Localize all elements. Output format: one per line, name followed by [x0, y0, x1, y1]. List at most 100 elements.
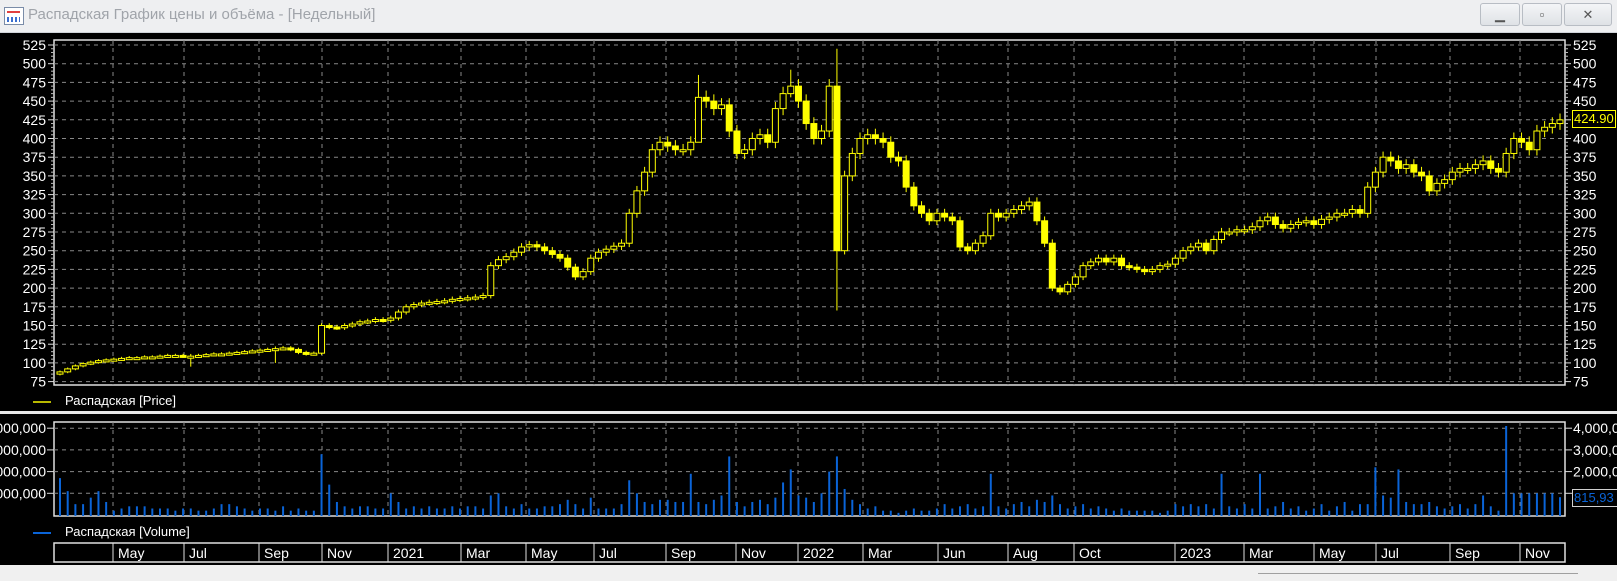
volume-grid: [53, 421, 1566, 517]
candle-down: [548, 250, 556, 255]
candle-down: [179, 354, 187, 358]
candle-up: [1071, 276, 1079, 285]
price-tick-label: 125: [23, 336, 47, 352]
candle-up: [579, 271, 587, 278]
price-tick-label: 225: [23, 261, 47, 277]
time-axis-label: Sep: [671, 545, 696, 561]
candle-down: [1125, 265, 1133, 269]
horizontal-scrollbar[interactable]: [1258, 573, 1578, 574]
candle-down: [564, 257, 572, 268]
candle-down: [1387, 156, 1395, 162]
candle-up: [1287, 224, 1295, 229]
price-tick-label: 300: [1573, 205, 1597, 221]
candle-up: [1018, 205, 1026, 211]
time-axis-label: May: [531, 545, 557, 561]
candle-up: [610, 245, 618, 250]
candle-up: [1333, 212, 1341, 218]
candle-up: [679, 149, 687, 153]
price-tick-label: 150: [1573, 318, 1597, 334]
candle-up: [748, 138, 756, 151]
candle-up: [1471, 164, 1479, 169]
candle-up: [641, 171, 649, 192]
price-candles: [56, 48, 1564, 376]
price-tick-label: 475: [23, 74, 47, 90]
candle-up: [1464, 167, 1472, 171]
price-tick-label: 450: [23, 93, 47, 109]
volume-tick-label: 2,000,000: [0, 464, 46, 480]
candle-up: [825, 85, 833, 132]
volume-bars: [59, 426, 1561, 516]
price-legend: Распадская [Price]: [33, 393, 176, 408]
candle-up: [210, 353, 218, 357]
candle-up: [1079, 265, 1087, 278]
panel-splitter[interactable]: [0, 411, 1617, 414]
candle-up: [64, 368, 72, 373]
price-tick-label: 500: [1573, 56, 1597, 72]
candle-down: [379, 319, 387, 323]
candle-up: [1241, 229, 1249, 233]
price-tick-label: 75: [30, 374, 46, 390]
candle-down: [910, 186, 918, 207]
candle-up: [787, 85, 795, 95]
candle-down: [964, 246, 972, 252]
price-tick-label: 375: [23, 149, 47, 165]
candle-up: [1187, 246, 1195, 252]
volume-plot-frame: [53, 421, 1566, 517]
price-tick-label: 150: [23, 318, 47, 334]
volume-tick-label: 3,000,000: [1573, 442, 1617, 458]
candle-up: [1156, 265, 1164, 270]
candle-up: [656, 141, 664, 151]
candle-down: [1518, 138, 1526, 143]
time-axis-label: 2021: [393, 545, 424, 561]
time-axis-label: Oct: [1079, 545, 1101, 561]
candle-up: [1218, 231, 1226, 240]
price-tick-label: 350: [1573, 168, 1597, 184]
candle-down: [1133, 266, 1141, 270]
candle-up: [464, 297, 472, 301]
candle-down: [764, 134, 772, 143]
candle-up: [148, 356, 156, 360]
candle-up: [625, 212, 633, 244]
candle-down: [902, 160, 910, 188]
candle-up: [1479, 160, 1487, 166]
candle-down: [887, 141, 895, 158]
candle-down: [333, 326, 341, 330]
price-tick-label: 250: [1573, 243, 1597, 259]
time-axis-label: Mar: [1249, 545, 1273, 561]
candle-down: [941, 212, 949, 218]
candle-up: [487, 265, 495, 297]
price-tick-label: 325: [1573, 187, 1597, 203]
candle-up: [1256, 220, 1264, 228]
candle-up: [194, 354, 202, 358]
time-axis-label: May: [118, 545, 144, 561]
price-plot-frame: [53, 39, 1566, 386]
candle-up: [1318, 218, 1326, 226]
candle-up: [1010, 209, 1018, 214]
volume-tick-label: 4,000,000: [0, 420, 46, 436]
price-tick-label: 275: [23, 224, 47, 240]
candle-down: [533, 244, 541, 248]
candle-up: [1510, 138, 1518, 154]
candle-up: [94, 360, 102, 364]
candle-up: [248, 350, 256, 354]
candle-up: [1456, 167, 1464, 173]
price-tick-label: 250: [23, 243, 47, 259]
candle-up: [756, 134, 764, 139]
candle-up: [410, 304, 418, 308]
volume-tick-label: 4,000,000: [1573, 420, 1617, 436]
candle-up: [525, 244, 533, 248]
candle-down: [1494, 167, 1502, 173]
candle-up: [718, 104, 726, 110]
price-tick-label: 200: [23, 280, 47, 296]
candle-up: [133, 357, 141, 361]
candle-up: [1110, 257, 1118, 263]
candle-up: [633, 190, 641, 214]
candle-up: [864, 134, 872, 139]
price-tick-label: 175: [23, 299, 47, 315]
candle-down: [725, 104, 733, 132]
candle-up: [1364, 186, 1372, 214]
candle-up: [256, 349, 264, 353]
candle-up: [518, 246, 526, 253]
candle-up: [202, 354, 210, 358]
time-axis-label: Nov: [327, 545, 352, 561]
